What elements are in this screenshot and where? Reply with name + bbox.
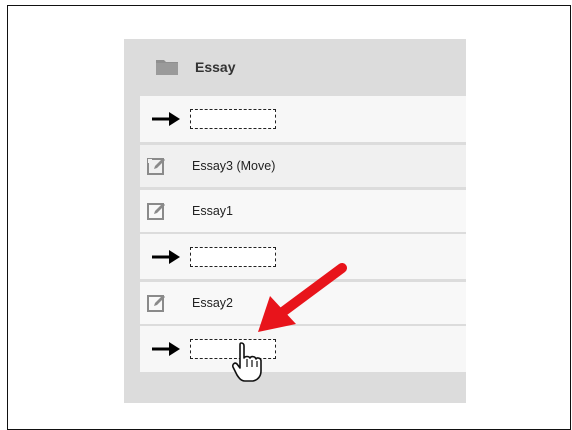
right-arrow-icon (152, 249, 180, 264)
folder-label: Essay (195, 59, 236, 75)
list-item[interactable]: Essay1 (140, 190, 466, 232)
folder-header[interactable]: Essay (124, 39, 466, 96)
edit-icon (147, 158, 165, 175)
hand-pointer-icon (232, 342, 262, 382)
red-arrow-icon (258, 263, 347, 332)
item-label: Essay1 (192, 204, 233, 218)
list-item[interactable]: Essay3 (Move) (140, 145, 466, 187)
drop-placeholder-box[interactable] (190, 109, 276, 129)
drop-target-row[interactable] (140, 96, 466, 142)
panel-footer (124, 372, 466, 403)
folder-icon (156, 60, 178, 75)
file-list-panel: Essay Essay3 (Move) Essay1 Essay2 (124, 39, 466, 403)
item-label: Essay3 (Move) (192, 159, 276, 173)
item-label: Essay2 (192, 296, 233, 310)
edit-icon (147, 295, 165, 312)
edit-icon (147, 203, 165, 220)
right-arrow-icon (152, 342, 180, 356)
right-arrow-icon (152, 112, 180, 126)
